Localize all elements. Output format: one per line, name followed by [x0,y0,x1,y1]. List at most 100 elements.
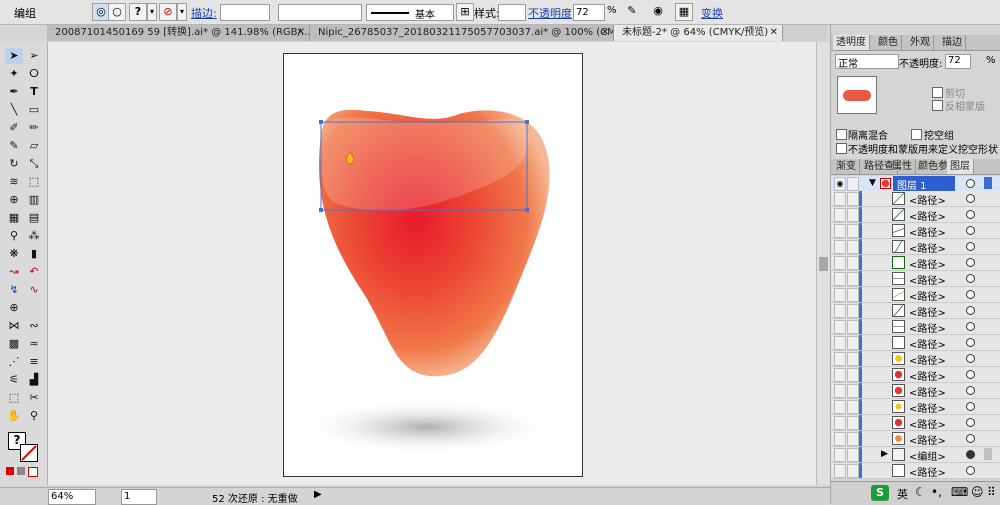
chevron-down-icon[interactable]: ▾ [147,3,157,21]
lock-toggle[interactable] [847,256,859,270]
stroke-weight-field[interactable] [220,4,270,21]
paintbrush-icon[interactable]: ✐ [5,120,23,136]
user-icon[interactable]: ☺ [971,485,984,499]
target-circle-icon[interactable] [966,402,975,411]
selection-indicator[interactable] [984,448,992,460]
rotate-tool-icon[interactable]: ↻ [5,156,23,172]
eye-toggle[interactable] [834,368,846,382]
layer-item-row[interactable]: <路径> [831,191,1000,207]
eye-toggle[interactable] [834,336,846,350]
layer-item-row[interactable]: <路径> [831,463,1000,479]
heart-artwork[interactable] [284,54,582,476]
wave-icon[interactable]: ∾ [25,318,43,334]
lock-toggle[interactable] [847,384,859,398]
tab-attributes[interactable]: 属性 [889,159,916,174]
opacity-label[interactable]: 不透明度 [528,5,572,21]
punctuation-icon[interactable]: •, [931,485,942,499]
eye-toggle[interactable] [834,304,846,318]
shape-builder-icon[interactable]: ⊕ [5,192,23,208]
gradient-mode-icon[interactable] [17,467,25,475]
circle-icon[interactable]: ○ [108,3,126,21]
lock-toggle[interactable] [847,304,859,318]
stroke-color-swatch[interactable] [20,444,38,462]
eye-toggle[interactable] [834,416,846,430]
moon-icon[interactable]: ☾ [915,485,926,499]
tab-document-2[interactable]: Nipic_26785037_20180321175057703037.ai* … [310,25,614,41]
tab-document-3[interactable]: 未标题-2* @ 64% (CMYK/预览) ✕ [614,25,783,41]
lock-toggle[interactable] [847,240,859,254]
lock-toggle[interactable] [847,177,859,191]
selection-handle[interactable] [525,120,529,124]
layer-row[interactable]: ◉ ▼ 图层 1 [831,176,1000,192]
layer-item-row[interactable]: <路径> [831,239,1000,255]
lock-toggle[interactable] [847,336,859,350]
tab-document-1[interactable]: 20087101450169 59 [转换].ai* @ 141.98% (RG… [47,25,310,41]
isolate-blending-checkbox[interactable] [836,129,847,140]
blob-brush-icon[interactable]: ✎ [5,138,23,154]
close-icon[interactable]: ✕ [297,25,305,41]
eye-toggle[interactable] [834,384,846,398]
opacity-input[interactable]: 72 [945,54,971,69]
tab-color[interactable]: 颜色 [875,35,902,50]
warp-tool-icon[interactable]: ≋ [5,174,23,190]
chevron-down-icon[interactable]: ▾ [177,3,187,21]
selection-tool-icon[interactable]: ➤ [5,48,23,64]
layer-item-row[interactable]: <路径> [831,207,1000,223]
tab-layers[interactable]: 图层 [947,159,974,174]
none-mode-icon[interactable] [28,467,38,477]
ime-logo-icon[interactable]: S [871,485,889,501]
opacity-thumbnail[interactable] [837,76,877,114]
envelope-icon[interactable]: ⋈ [5,318,23,334]
opacity-input[interactable]: 72 [573,4,605,21]
variable-width-select[interactable] [278,4,362,21]
twist-icon[interactable]: ⋰ [5,354,23,370]
eye-toggle[interactable] [834,432,846,446]
eye-toggle[interactable] [834,288,846,302]
perspective-grid-icon[interactable]: ▦ [5,210,23,226]
direct-selection-tool-icon[interactable]: ➢ [25,48,43,64]
symbol-sprayer-icon[interactable]: ❋ [5,246,23,262]
selection-indicator[interactable] [984,177,992,189]
type-tool-icon[interactable]: T [25,84,43,100]
target-circle-icon[interactable] [966,242,975,251]
lasso-icon[interactable]: ⵔ [25,66,43,82]
clip-checkbox[interactable] [932,87,943,98]
target-circle-icon[interactable] [966,179,975,188]
blend-tool-icon[interactable]: ⁂ [25,228,43,244]
slice-tool-icon[interactable]: ⚟ [5,372,23,388]
pen-tool-icon[interactable]: ✒ [5,84,23,100]
knockout-group-checkbox[interactable] [911,129,922,140]
scale-tool-icon[interactable]: ⤡ [25,156,43,172]
eye-icon[interactable]: ◉ [834,177,846,191]
lock-toggle[interactable] [847,400,859,414]
style-select[interactable] [498,4,526,21]
line-tool-icon[interactable]: ╲ [5,102,23,118]
eye-toggle[interactable] [834,320,846,334]
lock-toggle[interactable] [847,288,859,302]
layer-item-row[interactable]: <路径> [831,287,1000,303]
layer-item-row[interactable]: <路径> [831,319,1000,335]
eye-toggle[interactable] [834,464,846,478]
fill-swatch-icon[interactable]: ? [129,3,147,21]
target-circle-icon[interactable] [966,450,975,459]
curvature-icon[interactable]: ↶ [25,264,43,280]
join-tool-icon[interactable]: ↯ [5,282,23,298]
mesh-tool-icon[interactable]: ▩ [5,336,23,352]
tab-gradient[interactable]: 渐变 [833,159,860,174]
transform-link[interactable]: 变换 [701,5,723,21]
expand-arrow-icon[interactable]: ▼ [869,178,876,188]
scroll-thumb[interactable] [819,257,828,271]
lock-toggle[interactable] [847,464,859,478]
target-circle-icon[interactable] [966,386,975,395]
zoom-field[interactable]: 64% [48,489,96,505]
brush-select[interactable]: 基本 [366,4,454,21]
graph-tool-icon[interactable]: ▮ [25,246,43,262]
layer-item-row[interactable]: <路径> [831,335,1000,351]
target-circle-icon[interactable] [966,194,975,203]
puppet-warp-icon[interactable]: ≈ [25,336,43,352]
tab-appearance[interactable]: 外观 [907,35,934,50]
target-circle-icon[interactable] [966,466,975,475]
eraser-icon[interactable]: ▱ [25,138,43,154]
layer-item-row[interactable]: <路径> [831,431,1000,447]
selection-handle[interactable] [319,120,323,124]
